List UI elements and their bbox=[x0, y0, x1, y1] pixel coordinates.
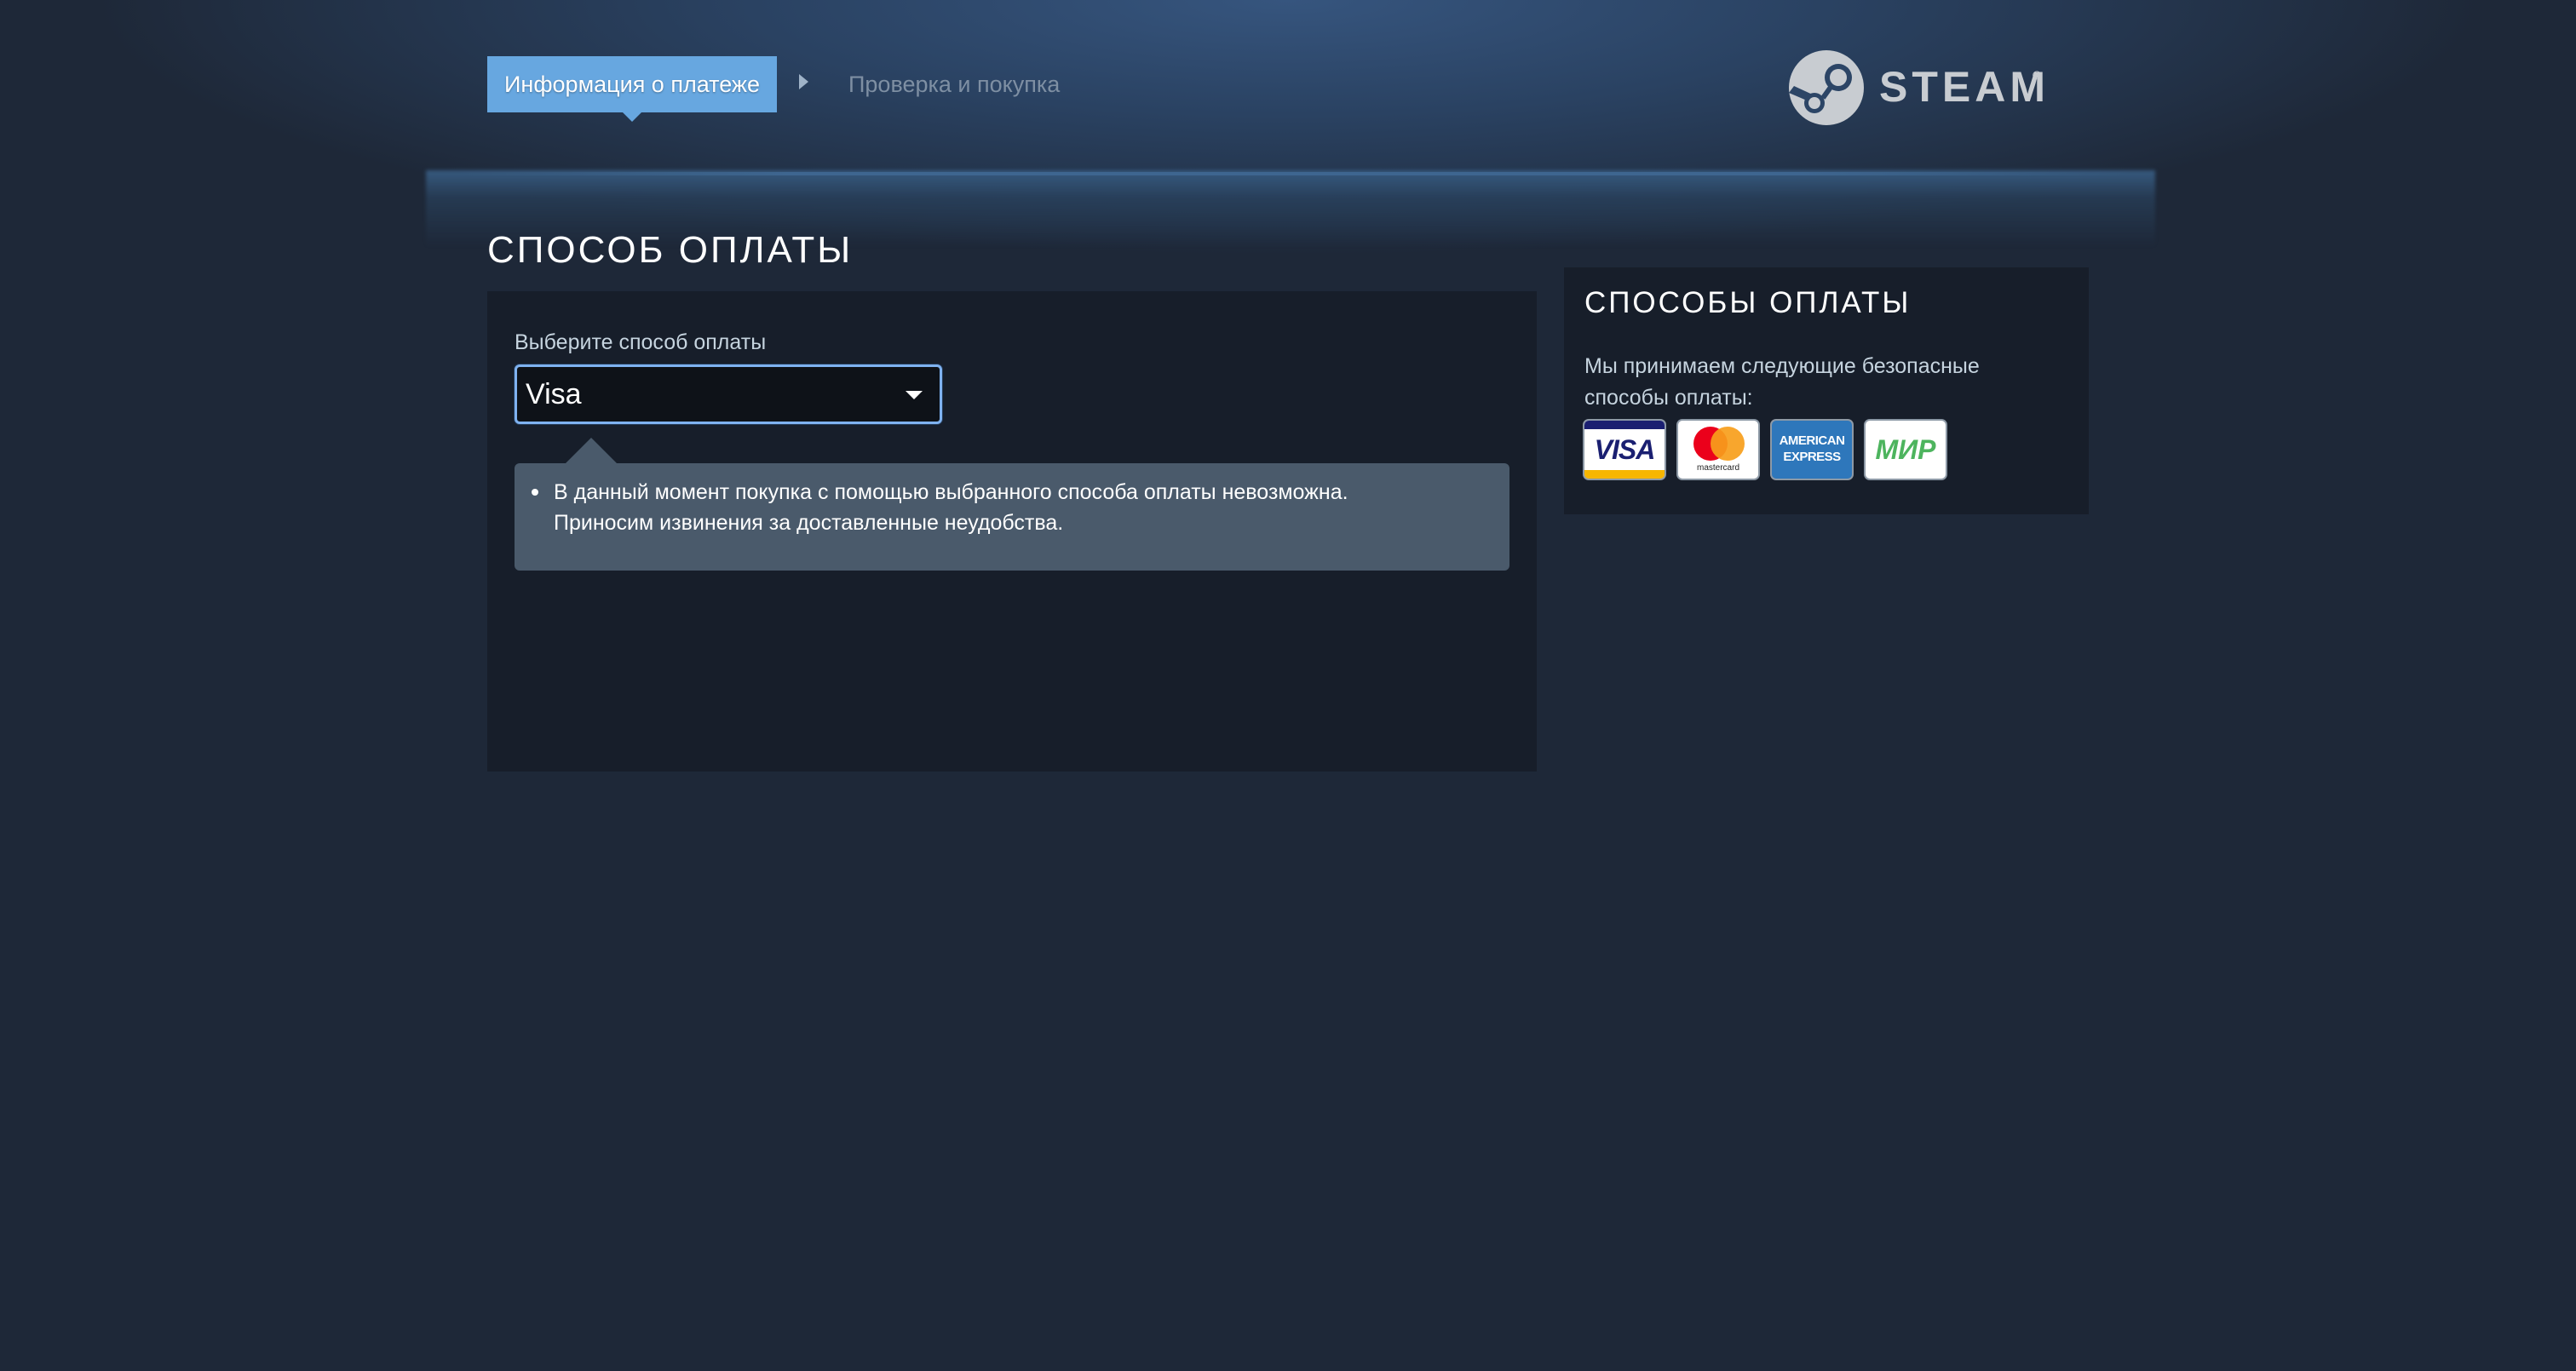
visa-card-icon: VISA bbox=[1584, 421, 1665, 479]
steam-logo-icon bbox=[1789, 50, 1864, 125]
chevron-down-icon bbox=[906, 391, 923, 399]
mir-card-icon: МИР bbox=[1866, 421, 1946, 479]
step-payment-info[interactable]: Информация о платеже bbox=[487, 56, 777, 122]
bullet-icon bbox=[532, 489, 538, 496]
payment-method-select[interactable]: Visa bbox=[515, 364, 942, 424]
steam-registered-mark: ® bbox=[2033, 68, 2042, 82]
visa-stripe-top bbox=[1584, 421, 1665, 429]
accepted-methods-text: Мы принимаем следующие безопасные способ… bbox=[1584, 354, 1980, 410]
payment-select-label: Выберите способ оплаты bbox=[515, 330, 767, 354]
accepted-methods-title: СПОСОБЫ ОПЛАТЫ bbox=[1584, 286, 1912, 319]
page-title: СПОСОБ ОПЛАТЫ bbox=[487, 229, 854, 271]
notice-text-line2: Приносим извинения за доставленные неудо… bbox=[554, 511, 1064, 535]
visa-stripe-bottom bbox=[1584, 470, 1665, 479]
payment-method-selected-value: Visa bbox=[526, 378, 582, 410]
amex-card-icon: AMERICAN EXPRESS bbox=[1772, 421, 1852, 479]
header-divider bbox=[460, 172, 2130, 175]
amex-logo-text: AMERICAN EXPRESS bbox=[1779, 433, 1845, 464]
notice-text-line1: В данный момент покупка с помощью выбран… bbox=[554, 480, 1348, 504]
mastercard-logo-text: mastercard bbox=[1696, 463, 1739, 473]
step-arrow-icon bbox=[799, 74, 808, 89]
visa-logo-text: VISA bbox=[1594, 434, 1656, 465]
accepted-methods-panel: СПОСОБЫ ОПЛАТЫ Мы принимаем следующие бе… bbox=[1564, 267, 2089, 514]
mastercard-orange-circle bbox=[1711, 427, 1745, 461]
payment-error-notice: В данный момент покупка с помощью выбран… bbox=[515, 438, 1509, 571]
step-review-purchase[interactable]: Проверка и покупка bbox=[848, 56, 1060, 112]
mir-logo-text: МИР bbox=[1875, 434, 1936, 465]
steam-wordmark: STEAM bbox=[1879, 63, 2050, 111]
payment-method-panel: Выберите способ оплаты Visa В данный мом… bbox=[487, 291, 1537, 772]
mastercard-card-icon: mastercard bbox=[1678, 421, 1758, 479]
